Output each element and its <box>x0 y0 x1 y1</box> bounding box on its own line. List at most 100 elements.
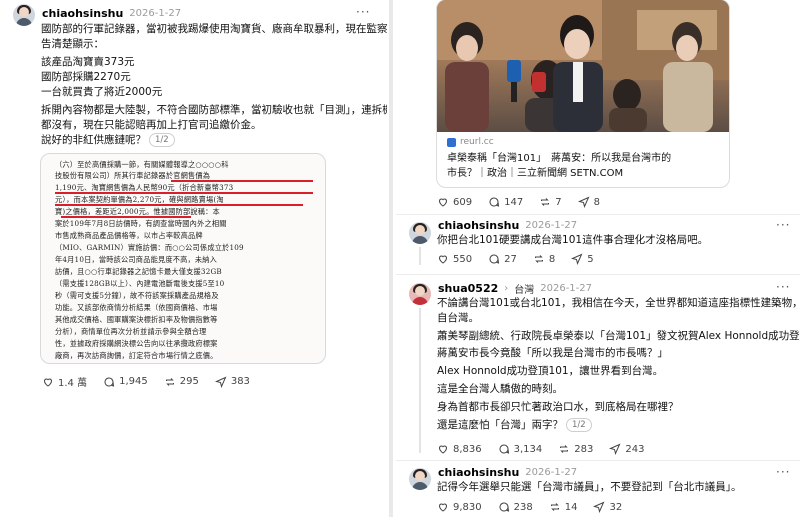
comment-icon <box>489 197 500 207</box>
share-icon <box>214 376 227 388</box>
reply-date[interactable]: 2026-1-27 <box>525 467 577 478</box>
more-icon[interactable]: ··· <box>776 280 790 294</box>
like-count: 9,830 <box>453 501 482 513</box>
like-button[interactable]: 8,836 <box>437 443 482 455</box>
doc-line: 分析），商情單位再次分析並請示參與全額合理 <box>55 327 207 336</box>
share-button[interactable]: 5 <box>571 253 594 265</box>
more-icon[interactable]: ··· <box>776 465 790 479</box>
share-icon <box>593 501 605 513</box>
thread-line <box>419 247 421 265</box>
reply-actions: 8,836 3,134 283 243 <box>437 443 660 455</box>
post-date[interactable]: 2026-1-27 <box>129 8 181 19</box>
comment-button[interactable]: 147 <box>488 196 523 208</box>
like-button[interactable]: 1.4 萬 <box>42 374 87 389</box>
post-header: chiaohsinshu 2026-1-27 <box>42 7 181 20</box>
like-button[interactable]: 9,830 <box>437 501 482 513</box>
like-count: 609 <box>453 196 473 208</box>
reply-line: 不論講台灣101或台北101，我相信在今天，全世界都知道這座指標性建築物，來 <box>437 297 800 309</box>
share-button[interactable]: 32 <box>593 501 622 513</box>
share-icon <box>571 253 583 265</box>
post-line-text: 說好的非紅供應鏈呢？ <box>41 134 146 146</box>
reply-header: chiaohsinshu 2026-1-27 <box>438 466 577 479</box>
reply-line-last: 還是這麼怕「台灣」兩字？ 1/2 <box>437 418 592 434</box>
repost-button[interactable]: 283 <box>558 443 593 455</box>
reply-line-text: 還是這麼怕「台灣」兩字？ <box>437 419 563 431</box>
comment-button[interactable]: 1,945 <box>103 376 148 388</box>
repost-count: 283 <box>574 443 594 455</box>
comment-button[interactable]: 3,134 <box>498 443 542 455</box>
reply-line: 自台灣。 <box>437 312 479 324</box>
card-source-domain: reurl.cc <box>460 137 494 147</box>
repost-count: 7 <box>555 196 562 208</box>
page-indicator[interactable]: 1/2 <box>149 133 175 147</box>
share-count: 383 <box>230 376 250 387</box>
comment-count: 238 <box>513 501 533 513</box>
card-title[interactable]: 卓榮泰稱「台灣101」 蔣萬安：所以我是台灣市的 市長？｜政治｜三立新聞網 SE… <box>447 151 671 181</box>
like-count: 1.4 萬 <box>58 378 88 389</box>
share-count: 32 <box>609 501 623 513</box>
share-button[interactable]: 383 <box>214 376 250 388</box>
repost-button[interactable]: 14 <box>549 501 577 513</box>
separator <box>396 214 800 215</box>
repost-icon <box>165 377 174 386</box>
reply-date[interactable]: 2026-1-27 <box>540 283 592 294</box>
share-icon <box>609 443 621 455</box>
top-post-actions: 609 147 7 8 <box>437 196 616 208</box>
repost-icon <box>560 445 569 453</box>
share-button[interactable]: 243 <box>609 443 644 455</box>
heart-icon <box>438 503 448 512</box>
comment-icon <box>499 502 509 512</box>
repost-icon <box>550 503 559 511</box>
post-line: 國防部的行軍記錄器，當初被我踢爆使用淘寶貨、廠商牟取暴利，現在監察院的報 <box>41 23 387 35</box>
comment-button[interactable]: 27 <box>488 253 517 265</box>
more-icon[interactable]: ··· <box>776 218 790 232</box>
post-actions: 1.4 萬 1,945 295 383 <box>42 374 266 389</box>
repost-count: 8 <box>548 253 556 265</box>
doc-line: 秒（需可支援5分鐘），故不符該案採購產品規格及 <box>55 291 219 300</box>
link-preview-card[interactable]: reurl.cc 卓榮泰稱「台灣101」 蔣萬安：所以我是台灣市的 市長？｜政治… <box>436 0 730 188</box>
comment-icon <box>489 254 500 264</box>
reply-text: 記得今年選舉只能選「台灣市議員」，不要登記到「台北市議員」。 <box>437 481 742 493</box>
post-line: 國防部採購2270元 <box>41 71 131 83</box>
separator <box>396 274 800 275</box>
topic-tag[interactable]: 台灣 <box>514 281 534 296</box>
document-image[interactable]: （六）至於高價採購一節，有關媒體報導之○○○○科 技股份有限公司）所其行車記錄器… <box>40 153 326 364</box>
reply-date[interactable]: 2026-1-27 <box>525 220 577 231</box>
post-line: 該產品淘寶賣373元 <box>41 56 135 68</box>
author-username[interactable]: chiaohsinshu <box>42 7 123 20</box>
more-icon[interactable]: ··· <box>356 5 370 19</box>
heart-icon <box>438 445 448 454</box>
like-button[interactable]: 609 <box>437 196 472 208</box>
share-count: 243 <box>625 443 645 455</box>
repost-icon <box>541 198 550 206</box>
reply-avatar[interactable] <box>409 283 431 305</box>
page-indicator[interactable]: 1/2 <box>566 418 592 432</box>
reply-username[interactable]: chiaohsinshu <box>438 466 519 479</box>
reply-avatar[interactable] <box>409 468 431 490</box>
like-button[interactable]: 550 <box>437 253 472 265</box>
doc-line: 其他成交價格、國軍購案決標折扣率及物價指數等 <box>55 315 218 324</box>
post-line: 告清楚顯示： <box>41 38 104 50</box>
reply-actions: 9,830 238 14 32 <box>437 501 638 513</box>
repost-button[interactable]: 8 <box>533 253 555 265</box>
doc-line: 廠商，再次訪商詢價，訂定符合市場行情之底價。 <box>55 351 218 360</box>
author-avatar[interactable] <box>13 4 35 26</box>
card-source: reurl.cc <box>447 137 494 147</box>
like-count: 550 <box>453 253 473 265</box>
reply-avatar[interactable] <box>409 222 431 244</box>
card-title-line: 卓榮泰稱「台灣101」 蔣萬安：所以我是台灣市的 <box>447 153 672 164</box>
link-icon <box>447 137 456 147</box>
reply-username[interactable]: shua0522 <box>438 282 498 295</box>
highlight-underline <box>171 180 313 182</box>
reply-username[interactable]: chiaohsinshu <box>438 219 519 232</box>
repost-button[interactable]: 7 <box>539 196 562 208</box>
doc-line: （MIO、GARMIN）實施訪價：而○○公司係成立於109 <box>55 243 244 252</box>
reply-line: 這是全台灣人驕傲的時刻。 <box>437 383 563 395</box>
share-button[interactable]: 8 <box>577 196 600 208</box>
highlight-underline <box>55 204 303 206</box>
repost-button[interactable]: 295 <box>164 376 199 388</box>
reply-actions: 550 27 8 5 <box>437 253 610 265</box>
reply-header: chiaohsinshu 2026-1-27 <box>438 219 577 232</box>
comment-button[interactable]: 238 <box>498 501 533 513</box>
post-line: 一台就買貴了將近2000元 <box>41 86 163 98</box>
